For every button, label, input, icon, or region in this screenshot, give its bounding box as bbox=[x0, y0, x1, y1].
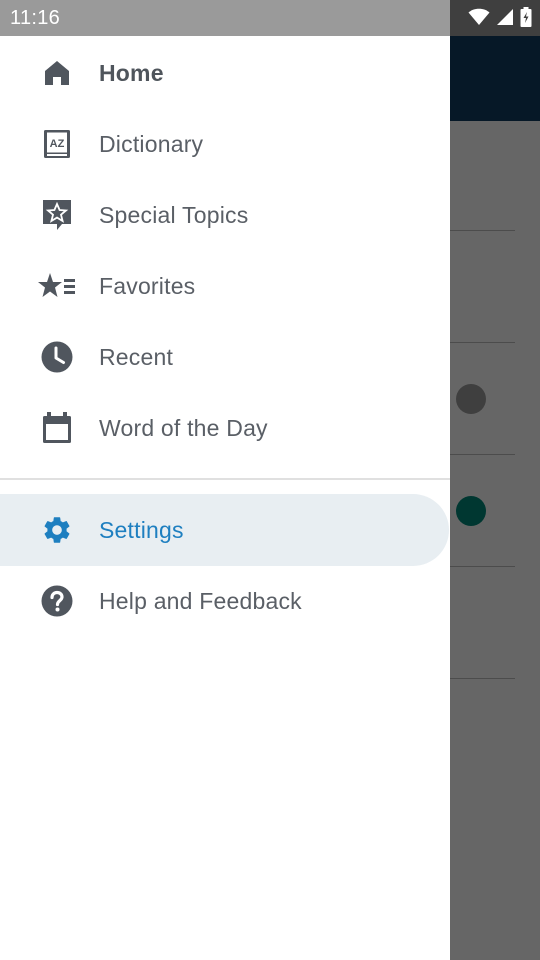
drawer-item-settings[interactable]: Settings bbox=[0, 494, 449, 566]
drawer-item-home[interactable]: Home bbox=[0, 37, 450, 109]
drawer-item-recent[interactable]: Recent bbox=[0, 321, 450, 393]
screen: 11:16 Home AZ Dictionary Special Topics … bbox=[0, 0, 540, 960]
battery-charging-icon bbox=[520, 7, 532, 27]
drawer-item-label: Recent bbox=[99, 343, 174, 370]
status-time: 11:16 bbox=[10, 7, 61, 29]
dictionary-icon: AZ bbox=[38, 125, 76, 163]
drawer-item-label: Settings bbox=[99, 516, 184, 543]
drawer-divider bbox=[0, 478, 450, 480]
status-bar: 11:16 bbox=[0, 0, 540, 36]
status-right-area bbox=[450, 0, 540, 36]
home-icon bbox=[38, 54, 76, 92]
help-icon bbox=[38, 582, 76, 620]
drawer-item-label: Home bbox=[99, 59, 164, 86]
drawer-item-favorites[interactable]: Favorites bbox=[0, 250, 450, 322]
navigation-drawer: Home AZ Dictionary Special Topics Favori… bbox=[0, 36, 450, 960]
calendar-icon bbox=[38, 409, 76, 447]
favorites-icon bbox=[38, 267, 76, 305]
special-topics-icon bbox=[38, 196, 76, 234]
drawer-item-label: Help and Feedback bbox=[99, 587, 302, 614]
wifi-icon bbox=[468, 8, 490, 26]
drawer-item-label: Word of the Day bbox=[99, 414, 268, 441]
svg-text:AZ: AZ bbox=[50, 138, 65, 150]
drawer-item-label: Dictionary bbox=[99, 130, 204, 157]
drawer-item-label: Special Topics bbox=[99, 201, 249, 228]
cellular-signal-icon bbox=[497, 9, 513, 25]
drawer-item-special-topics[interactable]: Special Topics bbox=[0, 179, 450, 251]
gear-icon bbox=[38, 511, 76, 549]
drawer-item-word-of-the-day[interactable]: Word of the Day bbox=[0, 392, 450, 464]
drawer-item-dictionary[interactable]: AZ Dictionary bbox=[0, 108, 450, 180]
recent-clock-icon bbox=[38, 338, 76, 376]
drawer-item-label: Favorites bbox=[99, 272, 196, 299]
drawer-item-help-and-feedback[interactable]: Help and Feedback bbox=[0, 565, 450, 637]
